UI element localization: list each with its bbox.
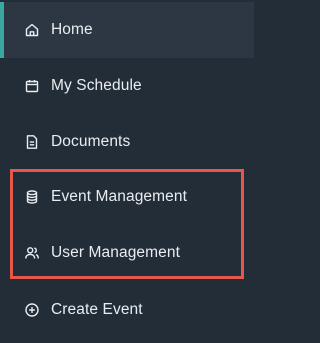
sidebar-nav: Home My Schedule Documents Event Managem… [0,0,254,343]
sidebar-item-label: User Management [51,244,181,261]
sidebar-item-event-management[interactable]: Event Management [0,169,254,225]
calendar-icon [24,78,40,94]
sidebar-item-create-event[interactable]: Create Event [0,282,254,338]
home-icon [24,22,40,38]
plus-circle-icon [24,302,40,318]
database-icon [24,189,40,205]
sidebar-item-label: Documents [51,133,131,150]
sidebar-item-documents[interactable]: Documents [0,114,254,170]
users-icon [24,245,40,261]
sidebar-item-label: My Schedule [51,77,142,94]
sidebar-item-user-management[interactable]: User Management [0,225,254,281]
sidebar-item-label: Event Management [51,188,188,205]
document-icon [24,134,40,150]
sidebar-item-label: Create Event [51,301,143,318]
sidebar-item-label: Home [51,21,93,38]
sidebar-item-my-schedule[interactable]: My Schedule [0,58,254,114]
sidebar-item-home[interactable]: Home [0,2,254,58]
